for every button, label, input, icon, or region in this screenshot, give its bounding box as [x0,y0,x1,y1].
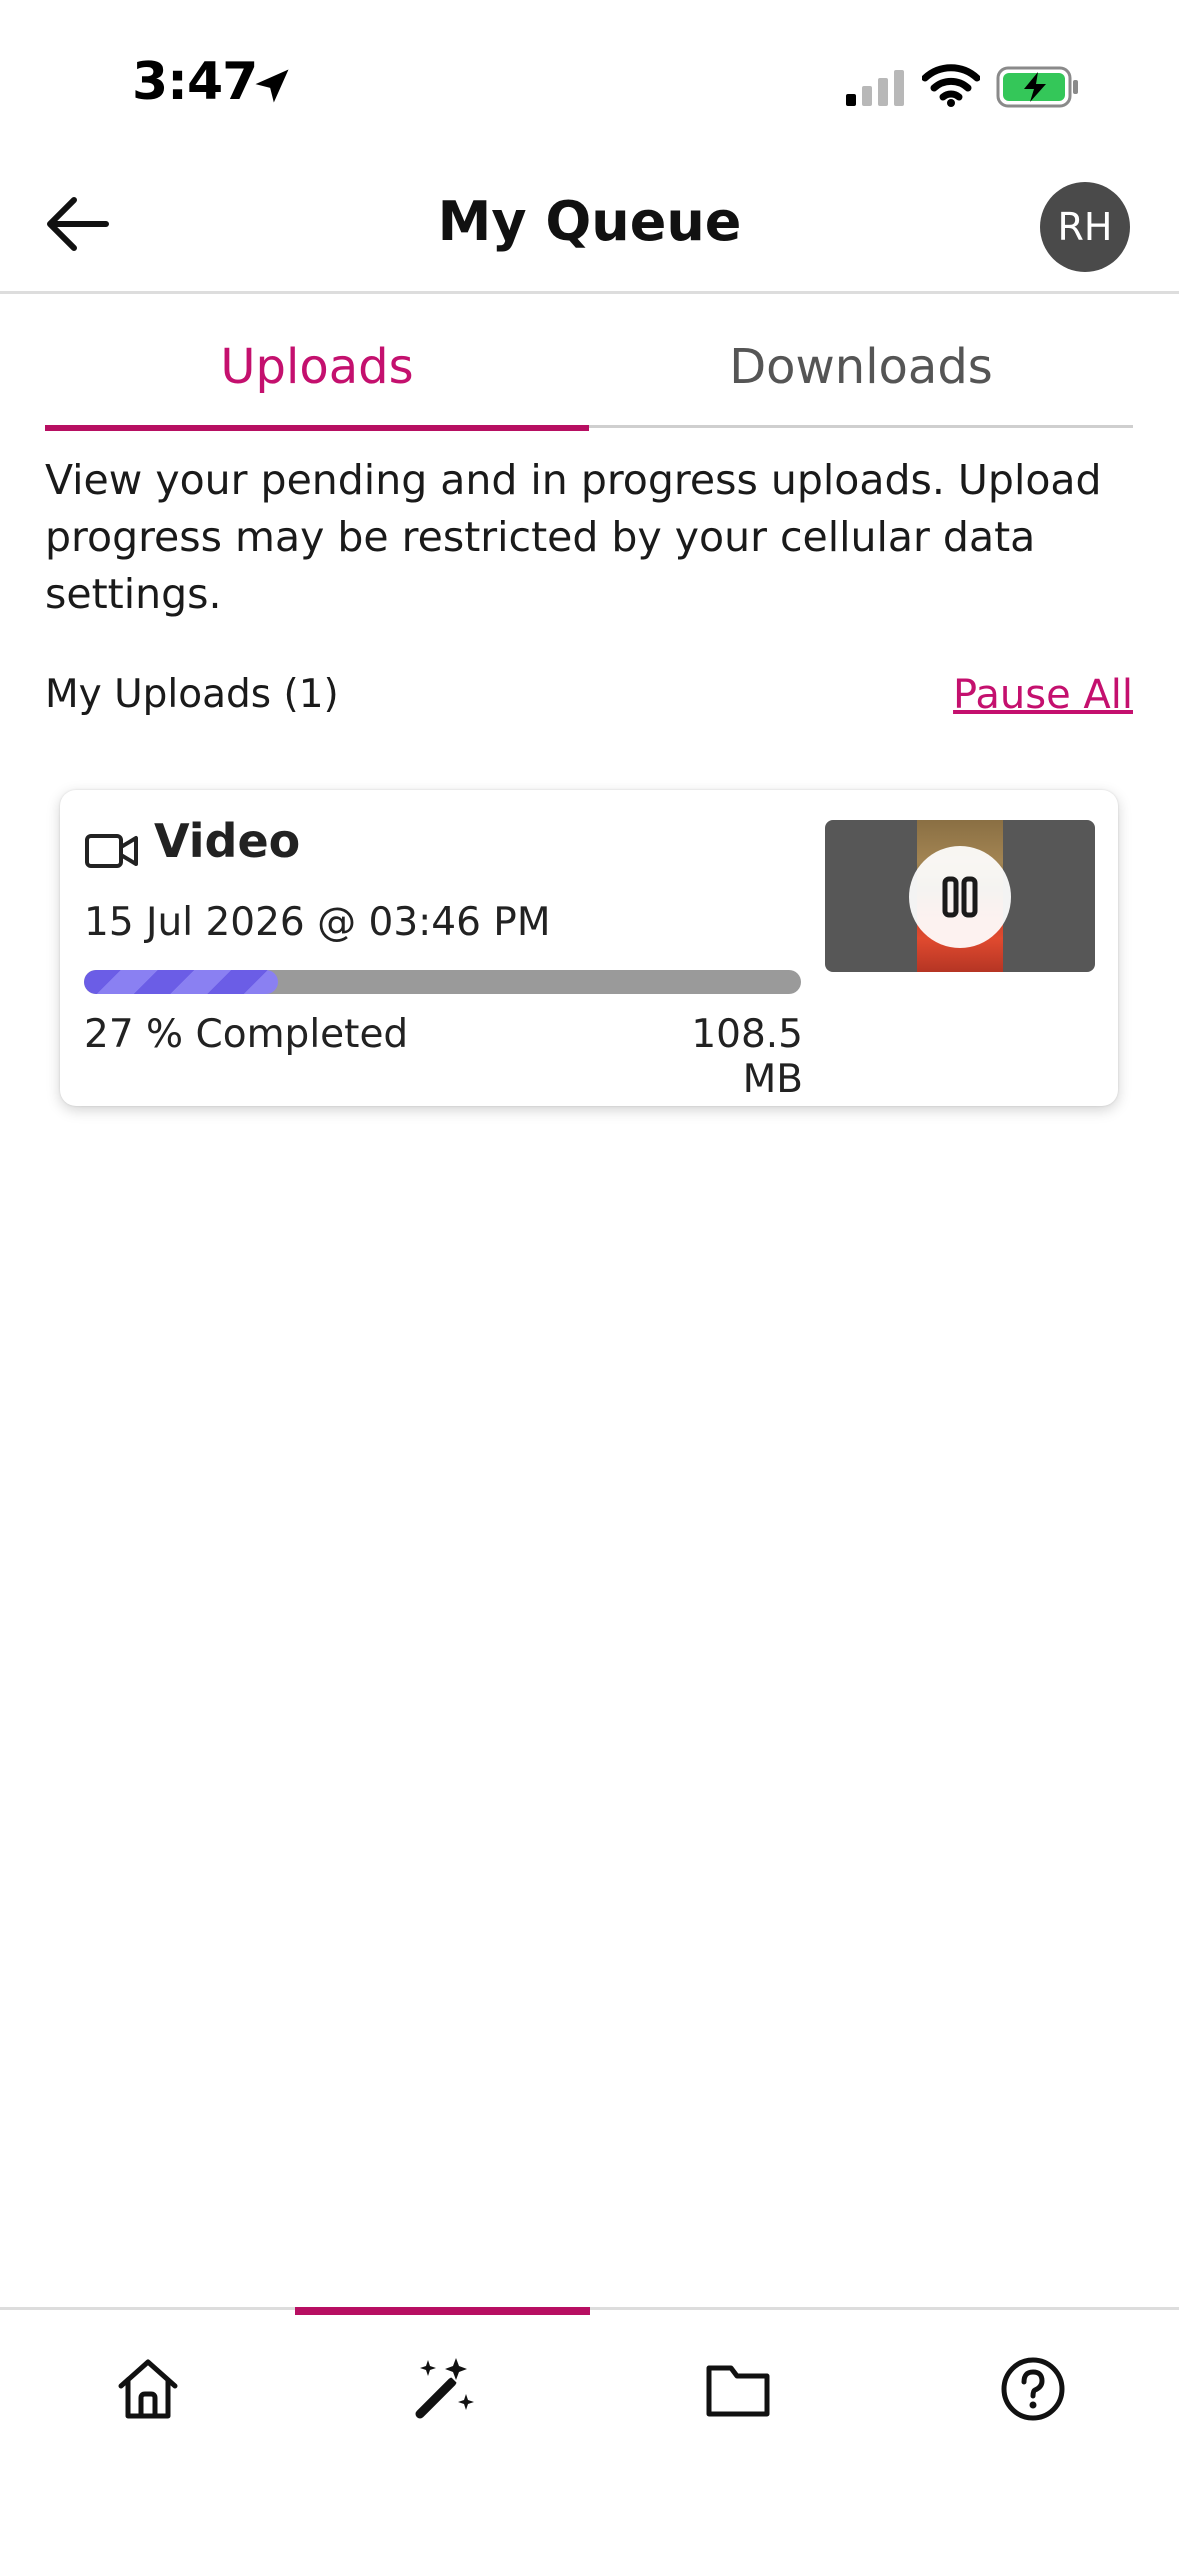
status-bar: 3:47 [0,0,1179,150]
user-avatar[interactable]: RH [1040,182,1130,272]
uploads-description: View your pending and in progress upload… [45,456,1102,618]
nav-files[interactable] [590,2310,885,2460]
tab-downloads[interactable]: Downloads [589,300,1133,428]
cellular-signal-icon [846,70,904,106]
uploads-section-header: My Uploads (1) Pause All [45,672,1133,732]
nav-create[interactable] [295,2310,590,2460]
navigation-bar: My Queue RH [0,150,1179,294]
video-camera-icon [85,834,138,868]
folder-icon [706,2365,770,2417]
media-type-label: Video [154,814,301,868]
home-icon [118,2359,178,2419]
status-time: 3:47 [132,52,258,112]
progress-label: 27 % Completed [84,1012,409,1057]
upload-progress-fill [84,970,278,994]
magic-wand-icon [415,2358,474,2419]
pause-upload-button[interactable] [909,846,1011,948]
upload-date: 15 Jul 2026 @ 03:46 PM [84,900,551,945]
bottom-tab-bar [0,2307,1179,2556]
tab-uploads[interactable]: Uploads [45,300,589,431]
page-title: My Queue [437,190,742,253]
pause-all-link[interactable]: Pause All [953,672,1133,718]
nav-help[interactable] [885,2310,1179,2460]
battery-charging-icon [996,66,1078,108]
wifi-icon [922,64,980,107]
location-arrow-icon [255,69,289,103]
help-circle-icon [1001,2357,1065,2421]
video-thumbnail [825,820,1095,972]
upload-progress-bar [84,970,801,994]
upload-item-card: Video 15 Jul 2026 @ 03:46 PM 27 % Comple… [60,790,1118,1106]
queue-tabs: Uploads Downloads [45,300,1133,431]
my-uploads-title: My Uploads (1) [45,672,339,717]
my-queue-screen: 3:47 My Queue RH Uploads Downloads View … [0,0,1179,2556]
nav-home[interactable] [0,2310,295,2460]
file-size: 108.5 MB [691,1012,803,1102]
pause-icon [942,876,978,918]
